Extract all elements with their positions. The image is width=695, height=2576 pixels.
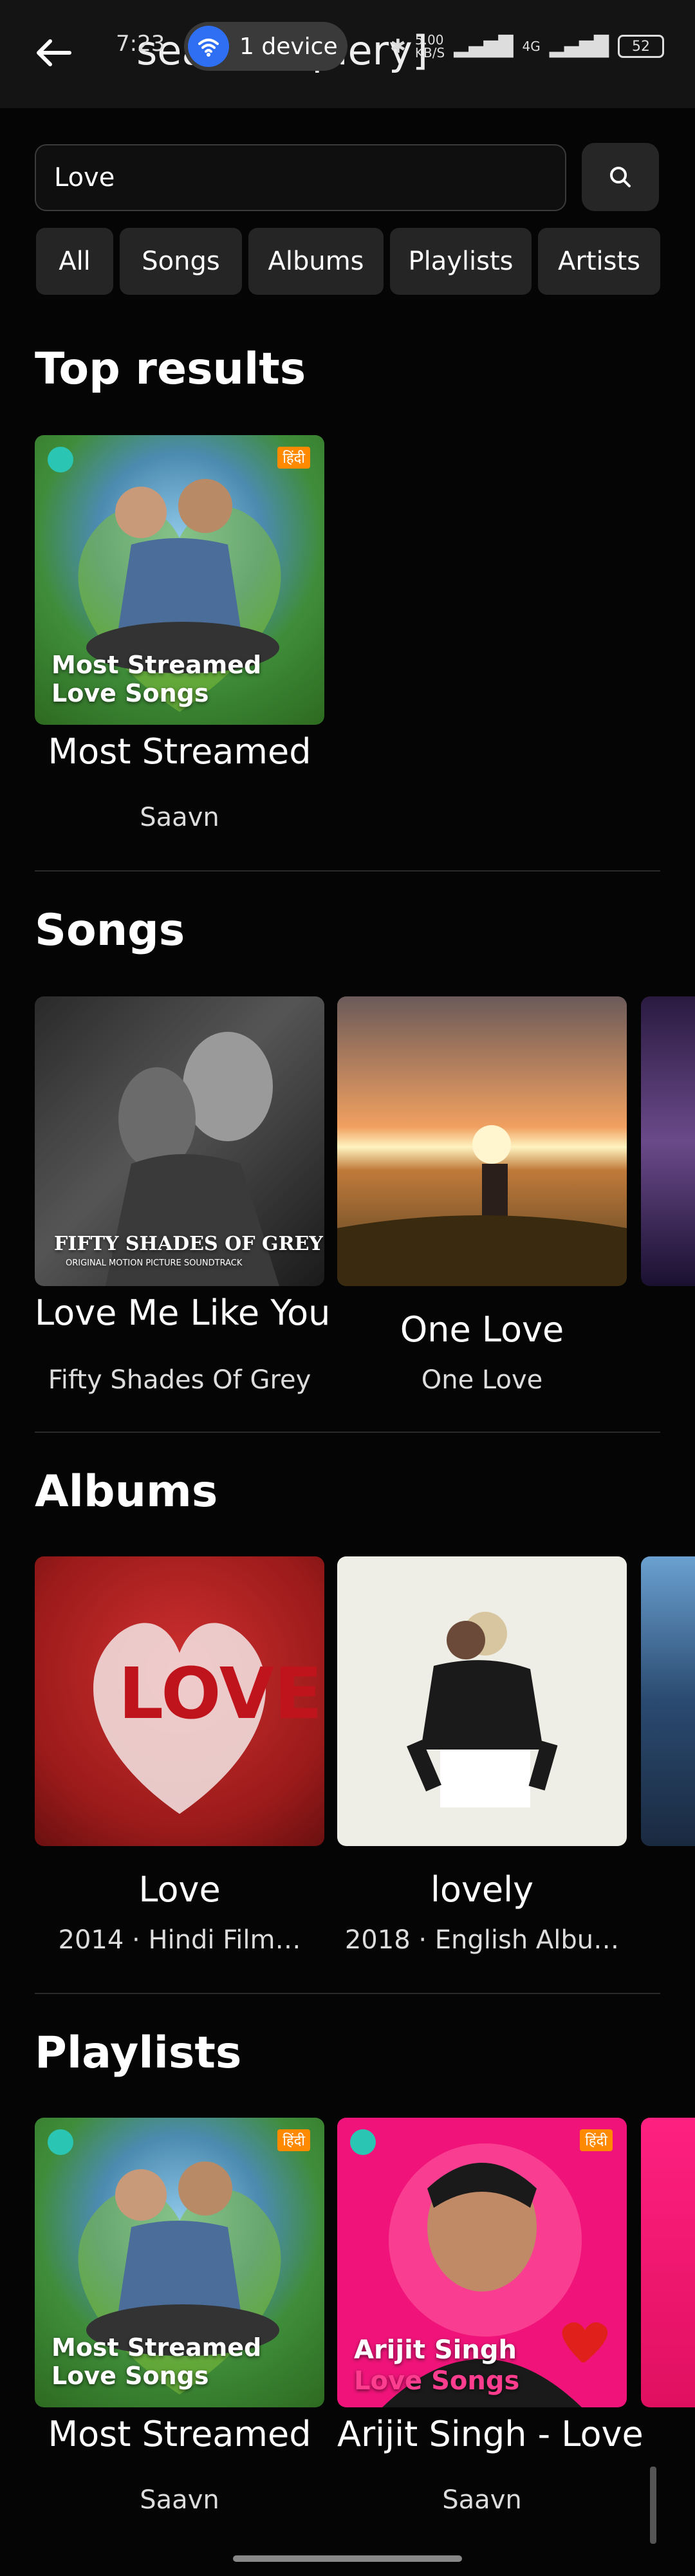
card-title: One Love — [400, 1309, 564, 1350]
chip-albums[interactable]: Albums — [248, 228, 384, 295]
card-subtitle: One Love — [421, 1365, 543, 1395]
divider — [35, 1432, 660, 1433]
section-title-playlists: Playlists — [35, 2028, 242, 2078]
card-title: Most Streamed — [48, 731, 311, 772]
section-title-songs: Songs — [35, 905, 185, 956]
chip-songs[interactable]: Songs — [120, 228, 242, 295]
network-type: 4G — [522, 39, 541, 54]
status-icons: ✱ 5.00 KB/S ▂▄▆█ 4G ▂▄▆█ 52 — [390, 33, 664, 59]
device-count: 1 device — [239, 33, 338, 60]
artists-photo — [407, 1612, 558, 1807]
card-subtitle: 2014 · Hindi Film… — [58, 1925, 301, 1955]
cover-art — [337, 996, 627, 1286]
cover-text: Most Streamed Love Songs — [51, 651, 262, 707]
chip-artists[interactable]: Artists — [538, 228, 660, 295]
cover-art — [337, 1556, 627, 1846]
card-subtitle: Saavn — [140, 803, 219, 832]
chip-playlists[interactable]: Playlists — [390, 228, 532, 295]
back-arrow-icon[interactable] — [33, 37, 72, 68]
wifi-icon — [188, 26, 229, 67]
divider — [35, 1993, 660, 1994]
card-title: Most Streamed — [48, 2414, 311, 2454]
song-card[interactable]: One Love One Love — [337, 996, 627, 1395]
sunflower-field-photo — [337, 1125, 627, 1286]
cover-art: हिंदी Most Streamed Love Songs — [35, 435, 324, 725]
search-button[interactable] — [582, 143, 659, 211]
cover-text: Arijit Singh — [354, 2335, 517, 2365]
section-title-top-results: Top results — [35, 344, 306, 395]
cover-art: हिंदी Arijit Singh Love Songs — [337, 2118, 627, 2407]
signal-icon-2: ▂▄▆█ — [549, 35, 609, 58]
section-title-albums: Albums — [35, 1466, 218, 1517]
signal-icon: ▂▄▆█ — [454, 35, 514, 58]
album-card[interactable]: lovely 2018 · English Albu… — [337, 1556, 627, 1955]
search-icon — [610, 167, 631, 187]
playlist-card-peek[interactable] — [641, 2118, 695, 2407]
data-speed: 5.00 KB/S — [414, 32, 445, 61]
chip-all[interactable]: All — [36, 228, 113, 295]
card-title: Love Me Like You — [35, 1293, 331, 1333]
scrollbar[interactable] — [650, 2467, 656, 2544]
cover-text: FIFTY SHADES OF GREY — [54, 1233, 323, 1255]
top-result-card[interactable]: हिंदी Most Streamed Love Songs Most Stre… — [35, 435, 324, 832]
album-card-peek[interactable] — [641, 1556, 695, 1846]
divider — [35, 870, 660, 872]
cover-art: हिंदी Most Streamed Love Songs — [35, 2118, 324, 2407]
cover-subtext: ORIGINAL MOTION PICTURE SOUNDTRACK — [66, 1258, 243, 1268]
album-card[interactable]: LOVE Love 2014 · Hindi Film… — [35, 1556, 324, 1955]
connected-device-pill[interactable]: 1 device — [184, 22, 348, 71]
battery-icon: 52 — [618, 35, 664, 58]
card-subtitle: 2018 · English Albu… — [344, 1925, 620, 1955]
card-subtitle: Fifty Shades Of Grey — [48, 1365, 311, 1395]
cover-text: Most Streamed Love Songs — [51, 2333, 262, 2390]
card-title: lovely — [430, 1869, 534, 1910]
search-input[interactable]: Love — [35, 144, 566, 211]
filter-chips: All Songs Albums Playlists Artists — [36, 228, 660, 295]
playlist-card[interactable]: हिंदी Most Streamed Love Songs Most Stre… — [35, 2118, 324, 2515]
cover-text-2: Love Songs — [354, 2366, 520, 2396]
status-time: 7:23 — [116, 31, 165, 57]
bluetooth-icon: ✱ — [389, 35, 406, 58]
cover-art: LOVE — [35, 1556, 324, 1846]
song-card[interactable]: FIFTY SHADES OF GREY ORIGINAL MOTION PIC… — [35, 996, 331, 1395]
cover-art: FIFTY SHADES OF GREY ORIGINAL MOTION PIC… — [35, 996, 324, 1286]
playlist-card[interactable]: हिंदी Arijit Singh Love Songs Arijit Sin… — [337, 2118, 644, 2515]
home-indicator[interactable] — [233, 2555, 462, 2562]
cover-text: LOVE — [118, 1652, 323, 1735]
card-title: Love — [138, 1869, 221, 1910]
song-card-peek[interactable] — [641, 996, 695, 1286]
card-subtitle: Saavn — [140, 2485, 219, 2515]
card-subtitle: Saavn — [442, 2485, 522, 2515]
card-title: Arijit Singh - Love — [337, 2414, 644, 2454]
